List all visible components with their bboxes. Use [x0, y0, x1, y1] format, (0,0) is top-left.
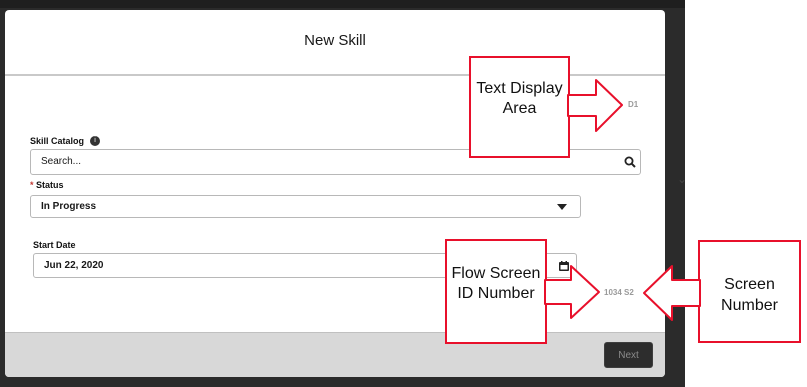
modal-footer: Next	[5, 332, 665, 377]
callout-flow-screen-id: Flow Screen ID Number	[445, 239, 547, 344]
arrow-right-icon	[567, 79, 623, 132]
status-label: * Status	[30, 180, 64, 190]
status-label-text: Status	[36, 180, 64, 190]
info-icon[interactable]: i	[90, 136, 100, 146]
status-value: In Progress	[41, 201, 97, 212]
search-placeholder: Search...	[41, 156, 82, 167]
status-select[interactable]: In Progress	[30, 195, 581, 218]
start-date-value: Jun 22, 2020	[44, 260, 104, 271]
display-area-code: D1	[628, 100, 639, 109]
required-marker: *	[30, 180, 34, 190]
arrow-right-icon	[544, 265, 600, 319]
search-icon[interactable]	[624, 156, 636, 168]
chevron-down-icon[interactable]	[557, 204, 567, 210]
start-date-label: Start Date	[33, 240, 76, 250]
chevron-down-icon: ⌄	[677, 172, 688, 186]
modal-title: New Skill	[304, 32, 366, 49]
callout-text-display: Text Display Area	[469, 56, 570, 158]
skill-catalog-label: Skill Catalog	[30, 136, 85, 146]
callout-screen-number: Screen Number	[698, 240, 801, 343]
arrow-left-icon	[643, 265, 701, 321]
next-button[interactable]: Next	[604, 342, 653, 368]
flow-screen-id: 1034 S2	[604, 288, 634, 297]
